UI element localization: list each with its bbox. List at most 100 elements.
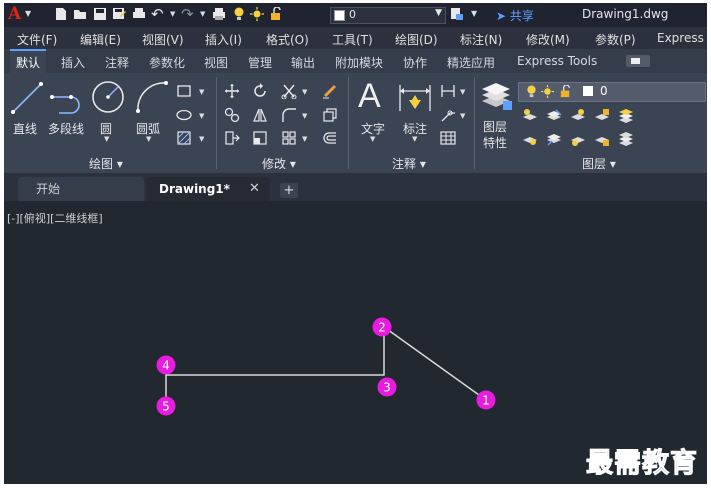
linear-dim-dropdown-icon[interactable]: ▼ [460,88,465,96]
array-dropdown-icon[interactable]: ▼ [302,135,307,143]
customize-dropdown-icon[interactable]: ▼ [471,9,477,18]
layer-tool-8-icon[interactable] [570,131,586,147]
layer-tool-3-icon[interactable] [570,108,586,124]
fillet-icon[interactable] [281,107,297,123]
tab-view[interactable]: 视图 [204,54,228,71]
modify-panel-label[interactable]: 修改 ▾ [262,155,296,172]
menu-express[interactable]: Express [657,31,704,45]
copy-icon[interactable] [224,107,240,123]
sun-icon[interactable] [250,7,264,21]
redo-dropdown-icon[interactable]: ▼ [200,10,205,18]
fillet-dropdown-icon[interactable]: ▼ [302,112,307,120]
menu-parametric[interactable]: 参数(P) [595,31,636,48]
lightbulb-icon[interactable] [232,7,246,21]
point-marker-5[interactable]: 5 [156,396,176,416]
move-icon[interactable] [224,83,240,99]
layer-tool-6-icon[interactable] [522,131,538,147]
tab-default[interactable]: 默认 [10,49,47,73]
point-marker-2[interactable]: 2 [372,317,392,337]
point-marker-1[interactable]: 1 [476,390,496,410]
dimension-icon[interactable] [398,81,432,115]
close-tab-icon[interactable]: ✕ [249,177,260,201]
layer-tool-4-icon[interactable] [594,108,610,124]
layer-tool-2-icon[interactable] [546,108,562,124]
tab-parametric[interactable]: 参数化 [149,54,185,71]
rectangle-dropdown-icon[interactable]: ▼ [199,88,204,96]
layer-properties-label-1[interactable]: 图层 [483,118,507,135]
ellipse-icon[interactable] [176,107,192,123]
table-icon[interactable] [440,130,456,146]
mirror-icon[interactable] [252,107,268,123]
menu-edit[interactable]: 编辑(E) [80,31,121,48]
circle-icon[interactable] [90,79,126,115]
ribbon-layer-dropdown[interactable]: 0 [518,82,706,102]
tab-start[interactable]: 开始 [18,177,144,201]
layer-dropdown[interactable]: 0 ▼ [330,7,446,24]
menu-tools[interactable]: 工具(T) [332,31,373,48]
tab-annotate[interactable]: 注释 [105,54,129,71]
workspace-icon[interactable] [450,7,464,21]
circle-dropdown-icon[interactable]: ▼ [104,135,109,143]
menu-draw[interactable]: 绘图(D) [395,31,438,48]
leader-dropdown-icon[interactable]: ▼ [460,112,465,120]
save-as-icon[interactable] [112,7,126,21]
point-marker-4[interactable]: 4 [156,355,176,375]
menu-view[interactable]: 视图(V) [142,31,184,48]
annotation-panel-label[interactable]: 注释 ▾ [392,155,426,172]
print-icon[interactable] [132,7,146,21]
rectangle-icon[interactable] [176,83,192,99]
menu-insert[interactable]: 插入(I) [205,31,242,48]
line-icon[interactable] [10,81,44,115]
array-icon[interactable] [281,130,297,146]
leader-icon[interactable] [440,107,456,123]
layer-properties-label-2[interactable]: 特性 [483,134,507,151]
ribbon-toggle-button[interactable] [626,55,650,67]
line-button[interactable]: 直线 [13,120,37,137]
save-icon[interactable] [93,7,107,21]
explode-icon[interactable] [322,107,338,123]
point-marker-3[interactable]: 3 [377,377,397,397]
new-file-icon[interactable] [54,7,68,21]
polyline-button[interactable]: 多段线 [48,120,84,137]
menu-format[interactable]: 格式(O) [266,31,309,48]
tab-featured-apps[interactable]: 精选应用 [447,54,495,71]
plot-icon[interactable] [212,7,226,21]
draw-panel-label[interactable]: 绘图 ▾ [89,155,123,172]
arc-icon[interactable] [134,79,170,115]
menu-file[interactable]: 文件(F) [17,31,57,48]
share-button[interactable]: ➤ 共享 [496,7,534,24]
undo-dropdown-icon[interactable]: ▼ [170,10,175,18]
redo-icon[interactable]: ↷ [181,5,194,23]
tab-express-tools[interactable]: Express Tools [517,54,597,68]
logo-dropdown-icon[interactable]: ▼ [25,9,31,18]
tab-output[interactable]: 输出 [291,54,315,71]
dimension-dropdown-icon[interactable]: ▼ [412,135,417,143]
layer-tool-5-icon[interactable] [618,108,634,124]
trim-dropdown-icon[interactable]: ▼ [302,88,307,96]
open-folder-icon[interactable] [73,7,87,21]
unlock-icon[interactable] [269,7,283,21]
offset-icon[interactable] [322,130,338,146]
drawing-canvas[interactable]: [-][俯视][二维线框] 1 2 3 4 5 最需教育 [4,201,707,484]
text-icon[interactable]: A [358,77,381,116]
hatch-icon[interactable] [176,130,192,146]
new-tab-button[interactable]: + [280,183,298,198]
trim-icon[interactable] [281,83,297,99]
layer-tool-7-icon[interactable] [546,131,562,147]
drawn-polyline[interactable] [165,325,487,406]
layer-tool-1-icon[interactable] [522,108,538,124]
menu-modify[interactable]: 修改(M) [526,31,570,48]
stretch-icon[interactable] [224,130,240,146]
layers-panel-label[interactable]: 图层 ▾ [582,155,616,172]
linear-dim-icon[interactable] [440,83,456,99]
arc-dropdown-icon[interactable]: ▼ [146,135,151,143]
menu-dimension[interactable]: 标注(N) [460,31,502,48]
erase-icon[interactable] [322,83,338,99]
tab-insert[interactable]: 插入 [61,54,85,71]
layer-tool-9-icon[interactable] [594,131,610,147]
tab-addins[interactable]: 附加模块 [335,54,383,71]
layer-tool-10-icon[interactable] [618,131,634,147]
text-dropdown-icon[interactable]: ▼ [370,135,375,143]
undo-icon[interactable]: ↶ [151,5,164,23]
ellipse-dropdown-icon[interactable]: ▼ [199,112,204,120]
